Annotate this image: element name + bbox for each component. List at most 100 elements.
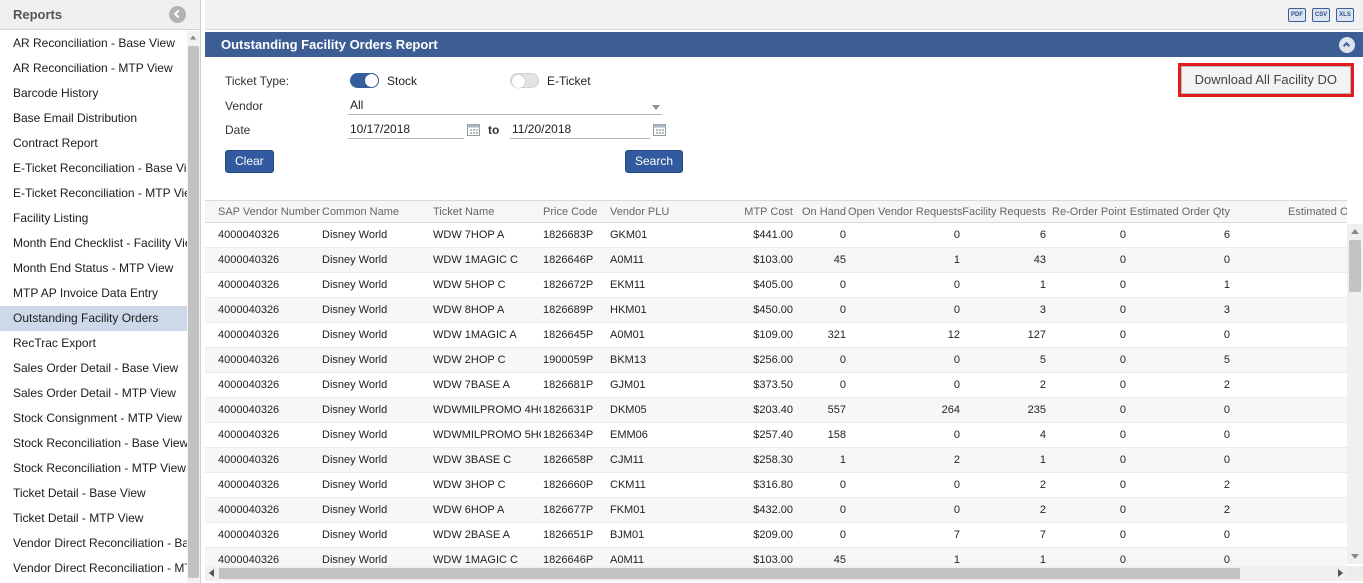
- sidebar-scrollbar[interactable]: [187, 31, 200, 583]
- table-cell: 0: [795, 229, 848, 241]
- column-header[interactable]: Vendor PLU: [608, 206, 710, 218]
- table-row[interactable]: 4000040326Disney WorldWDW 6HOP A1826677P…: [205, 498, 1347, 523]
- vendor-select-value[interactable]: All: [350, 98, 363, 112]
- sidebar-item-selected[interactable]: Outstanding Facility Orders: [0, 306, 187, 331]
- column-header[interactable]: Ticket Name: [433, 206, 541, 218]
- table-row[interactable]: 4000040326Disney WorldWDW 1MAGIC A182664…: [205, 323, 1347, 348]
- column-header[interactable]: Common Name: [320, 206, 433, 218]
- sidebar-item[interactable]: Vendor Direct Reconciliation - MTP Vie: [0, 556, 187, 581]
- table-vertical-scrollbar[interactable]: [1347, 224, 1363, 564]
- column-header[interactable]: Re-Order Point: [1048, 206, 1128, 218]
- sidebar-item[interactable]: AR Reconciliation - Base View: [0, 31, 187, 56]
- chevron-up-icon: [1343, 41, 1350, 48]
- table-row[interactable]: 4000040326Disney WorldWDW 8HOP A1826689P…: [205, 298, 1347, 323]
- table-horizontal-scrollbar[interactable]: [205, 566, 1347, 581]
- sidebar-item[interactable]: E-Ticket Reconciliation - MTP View: [0, 181, 187, 206]
- column-header[interactable]: Estimated Order Qty: [1128, 206, 1232, 218]
- sidebar-item[interactable]: Ticket Detail - Base View: [0, 481, 187, 506]
- export-csv-icon[interactable]: CSV: [1312, 8, 1330, 22]
- scroll-left-arrow-icon[interactable]: [209, 569, 214, 577]
- scroll-down-arrow-icon[interactable]: [1351, 554, 1359, 559]
- table-cell: Disney World: [320, 529, 433, 541]
- table-row[interactable]: 4000040326Disney WorldWDW 1MAGIC C182664…: [205, 248, 1347, 273]
- table-cell: Disney World: [320, 554, 433, 566]
- table-row[interactable]: 4000040326Disney WorldWDWMILPROMO 5HOP+1…: [205, 423, 1347, 448]
- column-header[interactable]: Facility Requests: [962, 206, 1048, 218]
- table-cell: 7: [848, 529, 962, 541]
- stock-toggle[interactable]: [350, 73, 379, 88]
- table-cell: 0: [1048, 504, 1128, 516]
- horizontal-scrollbar-thumb[interactable]: [219, 568, 1240, 579]
- column-header[interactable]: Estimated Or: [1232, 206, 1347, 218]
- table-row[interactable]: 4000040326Disney WorldWDW 2HOP C1900059P…: [205, 348, 1347, 373]
- date-from-input[interactable]: [350, 122, 460, 136]
- table-row[interactable]: 4000040326Disney WorldWDW 3BASE C1826658…: [205, 448, 1347, 473]
- sidebar-item[interactable]: MTP AP Invoice Data Entry: [0, 281, 187, 306]
- sidebar-scrollbar-thumb[interactable]: [188, 46, 199, 578]
- annotation-highlight: Download All Facility DO: [1178, 63, 1354, 97]
- panel-collapse-button[interactable]: [1339, 37, 1355, 53]
- column-header[interactable]: MTP Cost: [710, 206, 795, 218]
- sidebar-item[interactable]: Stock Reconciliation - MTP View: [0, 456, 187, 481]
- download-all-facility-do-button[interactable]: Download All Facility DO: [1181, 66, 1351, 94]
- sidebar-item[interactable]: Ticket Detail - MTP View: [0, 506, 187, 531]
- sidebar-item[interactable]: Contract Report: [0, 131, 187, 156]
- table-row[interactable]: 4000040326Disney WorldWDW 1MAGIC C182664…: [205, 548, 1347, 566]
- sidebar-item[interactable]: Stock Reconciliation - Base View: [0, 431, 187, 456]
- sidebar-item[interactable]: Base Email Distribution: [0, 106, 187, 131]
- table-cell: WDW 2BASE A: [433, 529, 541, 541]
- sidebar-item[interactable]: Barcode History: [0, 81, 187, 106]
- table-cell: WDW 1MAGIC C: [433, 554, 541, 566]
- table-cell: 12: [848, 329, 962, 341]
- table-cell: 0: [795, 279, 848, 291]
- table-row[interactable]: 4000040326Disney WorldWDW 7HOP A1826683P…: [205, 223, 1347, 248]
- sidebar-item[interactable]: Facility Listing: [0, 206, 187, 231]
- sidebar-item[interactable]: Sales Order Detail - MTP View: [0, 381, 187, 406]
- results-table: SAP Vendor NumberCommon NameTicket NameP…: [205, 200, 1347, 566]
- sidebar-list: AR Reconciliation - Base ViewAR Reconcil…: [0, 31, 187, 583]
- calendar-icon[interactable]: [653, 124, 666, 136]
- export-xls-icon[interactable]: XLS: [1336, 8, 1354, 22]
- sidebar-item[interactable]: Vendor Direct Reconciliation - Base Vi: [0, 531, 187, 556]
- vendor-label: Vendor: [225, 99, 263, 113]
- date-to-input[interactable]: [512, 122, 644, 136]
- table-row[interactable]: 4000040326Disney WorldWDWMILPROMO 4HOPR1…: [205, 398, 1347, 423]
- scroll-up-arrow-icon[interactable]: [190, 36, 196, 40]
- sidebar-item[interactable]: AR Reconciliation - MTP View: [0, 56, 187, 81]
- table-cell: BKM13: [608, 354, 710, 366]
- clear-button[interactable]: Clear: [225, 150, 274, 173]
- scroll-up-arrow-icon[interactable]: [1351, 229, 1359, 234]
- sidebar-item[interactable]: E-Ticket Reconciliation - Base View: [0, 156, 187, 181]
- table-cell: $441.00: [710, 229, 795, 241]
- sidebar-item[interactable]: Month End Checklist - Facility View: [0, 231, 187, 256]
- search-button[interactable]: Search: [625, 150, 683, 173]
- table-cell: 1: [1128, 279, 1232, 291]
- sidebar-item[interactable]: RecTrac Export: [0, 331, 187, 356]
- column-header[interactable]: Open Vendor Requests: [848, 206, 962, 218]
- table-cell: Disney World: [320, 404, 433, 416]
- table-row[interactable]: 4000040326Disney WorldWDW 7BASE A1826681…: [205, 373, 1347, 398]
- sidebar-item[interactable]: Stock Consignment - MTP View: [0, 406, 187, 431]
- sidebar-collapse-button[interactable]: [169, 6, 186, 23]
- column-header[interactable]: Price Code: [541, 206, 608, 218]
- table-cell: GJM01: [608, 379, 710, 391]
- column-header[interactable]: SAP Vendor Number: [205, 206, 320, 218]
- table-row[interactable]: 4000040326Disney WorldWDW 2BASE A1826651…: [205, 523, 1347, 548]
- table-row[interactable]: 4000040326Disney WorldWDW 3HOP C1826660P…: [205, 473, 1347, 498]
- scroll-right-arrow-icon[interactable]: [1338, 569, 1343, 577]
- table-row[interactable]: 4000040326Disney WorldWDW 5HOP C1826672P…: [205, 273, 1347, 298]
- table-cell: A0M11: [608, 254, 710, 266]
- chevron-down-icon[interactable]: [652, 105, 660, 110]
- table-cell: 6: [1128, 229, 1232, 241]
- eticket-toggle[interactable]: [510, 73, 539, 88]
- sidebar-item[interactable]: Month End Status - MTP View: [0, 256, 187, 281]
- table-cell: WDWMILPROMO 4HOPR: [433, 404, 541, 416]
- table-cell: 1826681P: [541, 379, 608, 391]
- calendar-icon[interactable]: [467, 124, 480, 136]
- column-header[interactable]: On Hand: [795, 206, 848, 218]
- table-cell: $256.00: [710, 354, 795, 366]
- vertical-scrollbar-thumb[interactable]: [1349, 240, 1361, 292]
- table-cell: 0: [1048, 279, 1128, 291]
- export-pdf-icon[interactable]: PDF: [1288, 8, 1306, 22]
- sidebar-item[interactable]: Sales Order Detail - Base View: [0, 356, 187, 381]
